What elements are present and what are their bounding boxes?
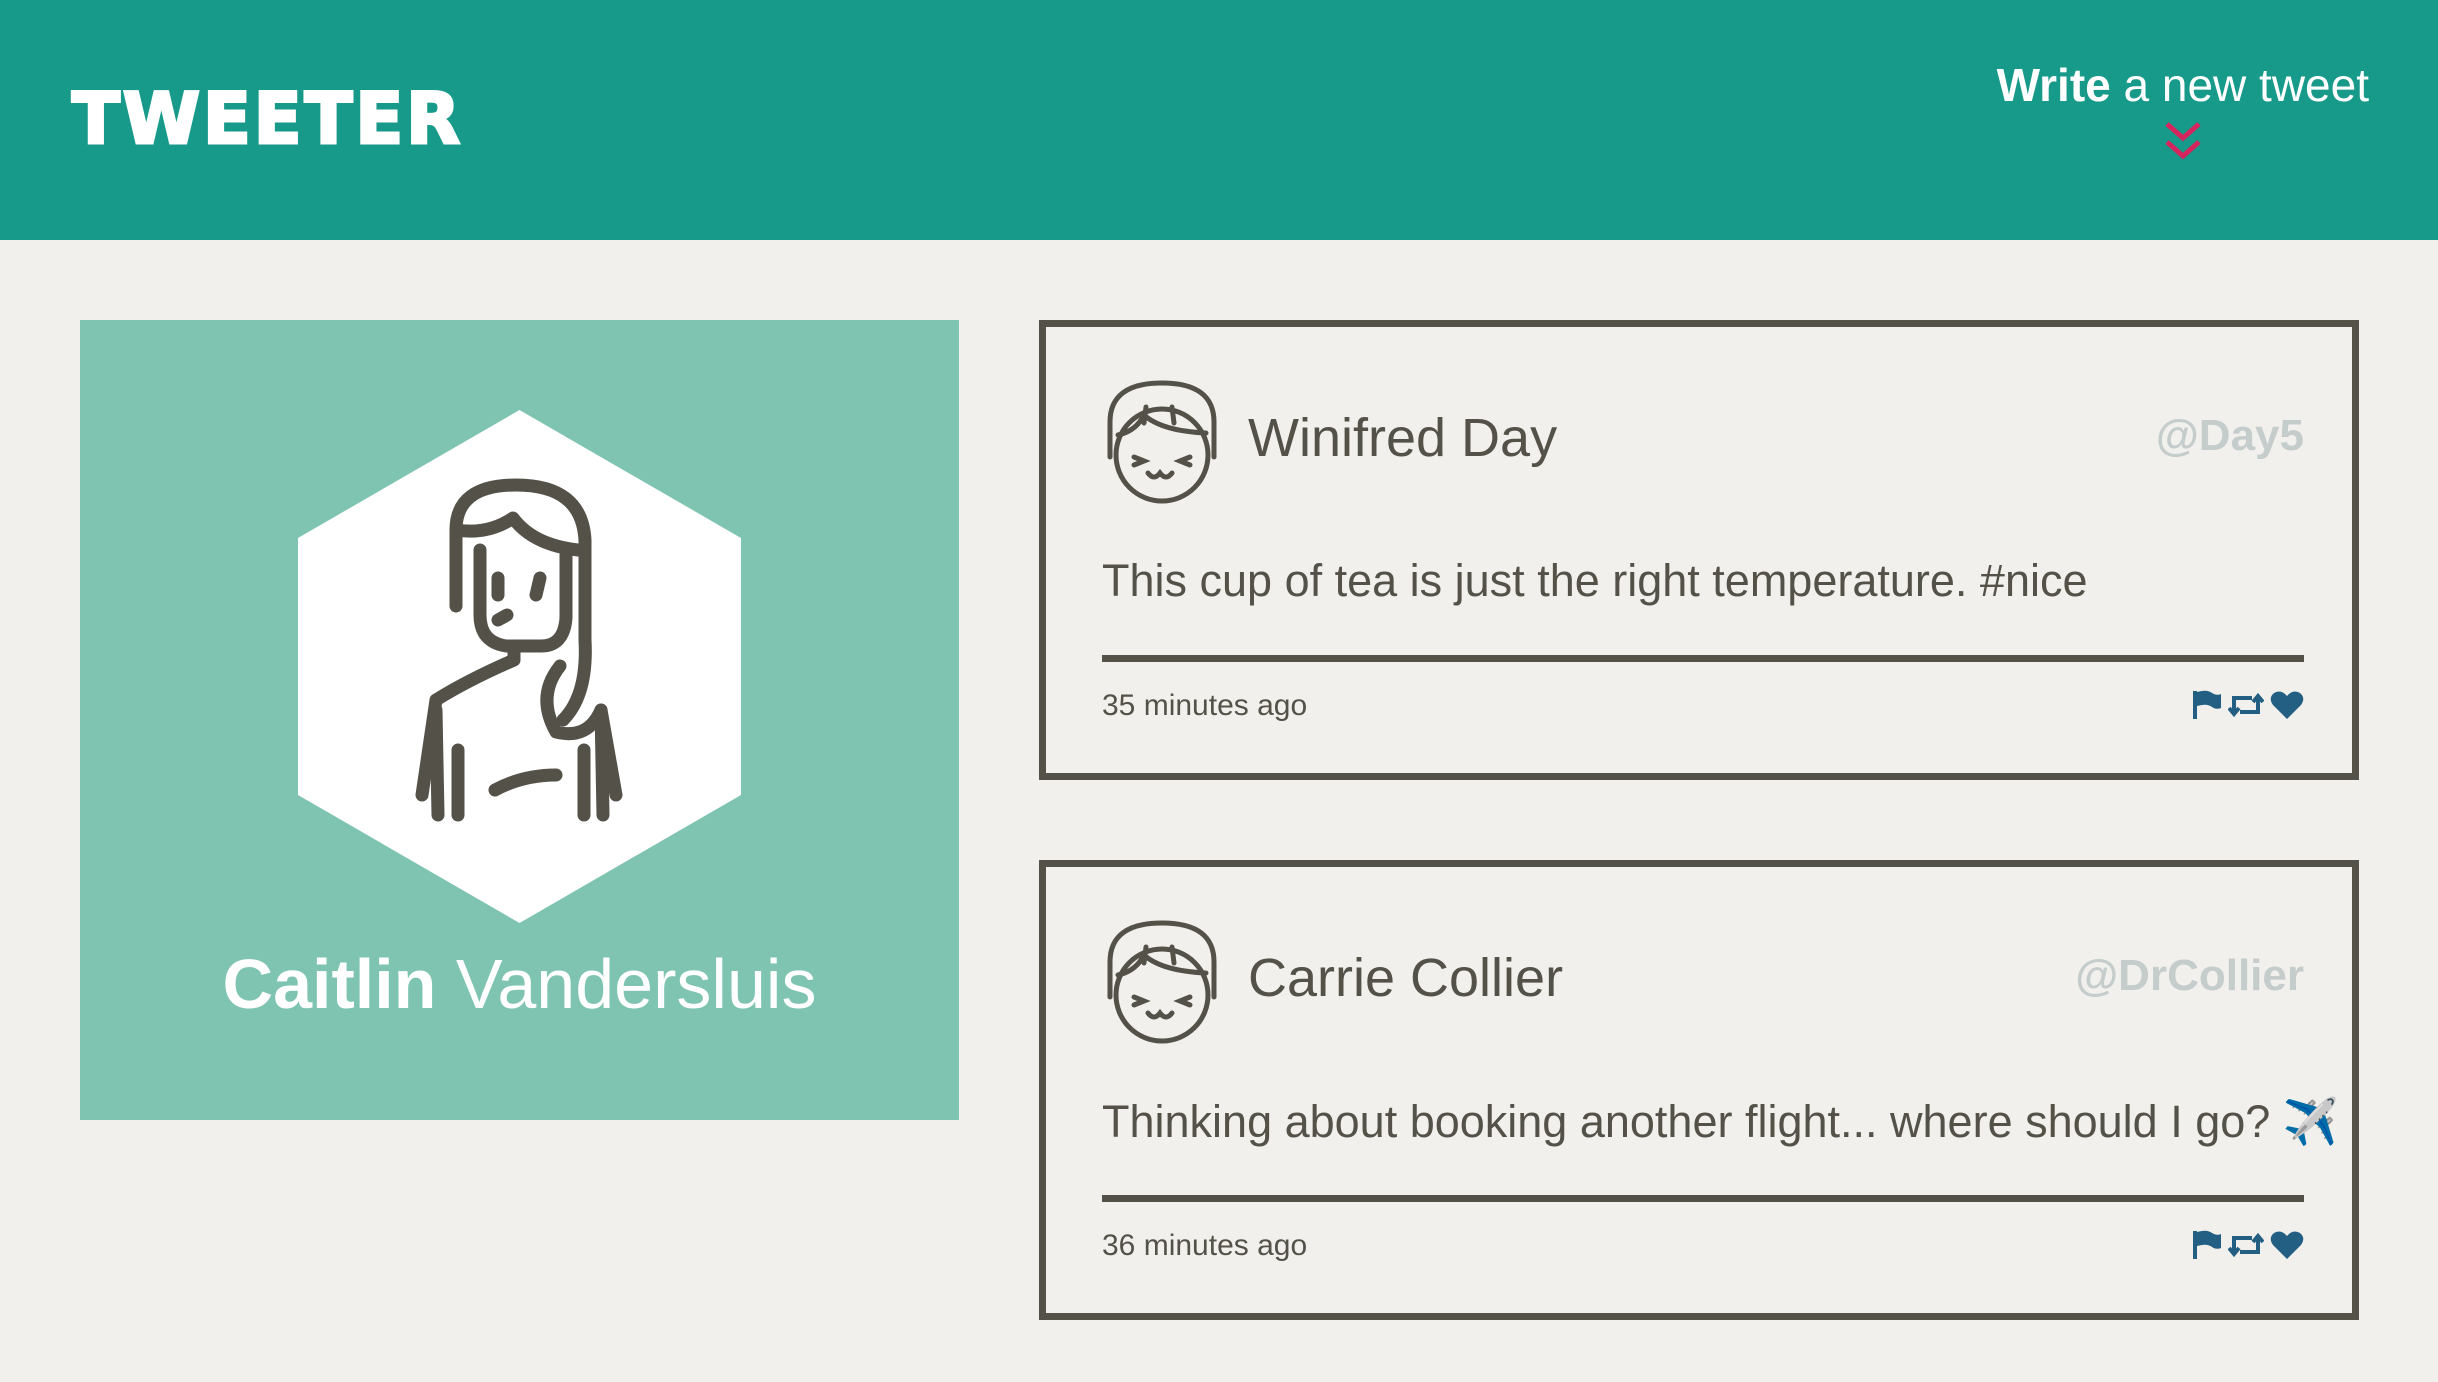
profile-avatar [298, 410, 741, 923]
profile-card: Caitlin Vandersluis [80, 320, 959, 1120]
tweet-timestamp: 35 minutes ago [1102, 689, 1308, 722]
top-nav-bar: TWEETER Write a new tweet [0, 0, 2438, 240]
tweet-author-name[interactable]: Winifred Day [1248, 407, 1557, 469]
tweet-actions [2192, 689, 2304, 726]
compose-toggle[interactable]: Write a new tweet [1997, 58, 2369, 162]
tweet-content: Thinking about booking another flight...… [1102, 1095, 2339, 1148]
tweet-divider [1102, 655, 2304, 662]
tweet-content-text: Thinking about booking another flight...… [1102, 1096, 2271, 1147]
tweet-timestamp: 36 minutes ago [1102, 1229, 1308, 1262]
compose-label-bold: Write [1996, 59, 2111, 111]
profile-first-name: Caitlin [222, 945, 437, 1023]
compose-label[interactable]: Write a new tweet [1997, 58, 2369, 112]
heart-icon[interactable] [2270, 1230, 2304, 1265]
flag-icon[interactable] [2192, 1229, 2222, 1266]
tweet-author-handle[interactable]: @Day5 [2156, 411, 2304, 461]
profile-name: Caitlin Vandersluis [80, 944, 959, 1024]
tweet-divider [1102, 1195, 2304, 1202]
tweet-card: Winifred Day @Day5 This cup of tea is ju… [1039, 320, 2359, 780]
avatar-icon [1107, 380, 1217, 504]
chevrons-down-icon[interactable] [2163, 120, 2203, 162]
tweet-card: Carrie Collier @DrCollier Thinking about… [1039, 860, 2359, 1320]
flag-icon[interactable] [2192, 689, 2222, 726]
retweet-icon[interactable] [2227, 1230, 2265, 1265]
compose-label-rest: a new tweet [2110, 59, 2370, 111]
tweet-author-handle[interactable]: @DrCollier [2075, 951, 2304, 1001]
tweet-author-name[interactable]: Carrie Collier [1248, 947, 1563, 1009]
tweet-content: This cup of tea is just the right temper… [1102, 555, 2088, 606]
airplane-emoji: ✈️ [2282, 1095, 2339, 1148]
profile-last-name: Vandersluis [436, 945, 817, 1023]
tweet-actions [2192, 1229, 2304, 1266]
avatar-icon [1107, 920, 1217, 1044]
app-logo[interactable]: TWEETER [70, 77, 463, 162]
retweet-icon[interactable] [2227, 690, 2265, 725]
heart-icon[interactable] [2270, 690, 2304, 725]
